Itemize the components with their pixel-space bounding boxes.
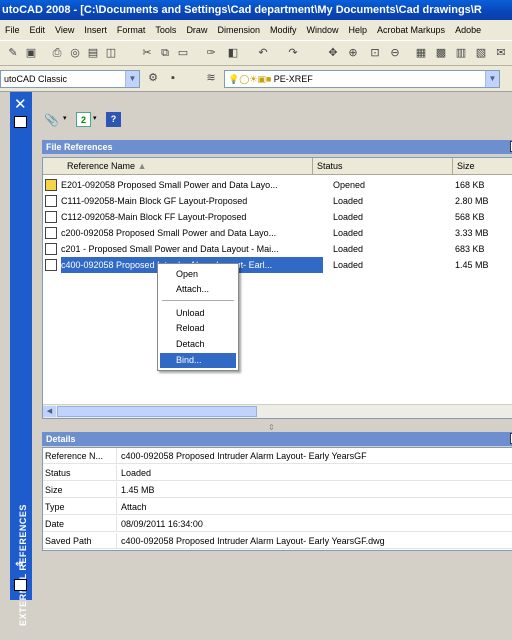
menu-acrobat-markups[interactable]: Acrobat Markups [372,25,450,35]
menu-draw[interactable]: Draw [181,25,212,35]
undo-icon[interactable]: ↶ [256,46,270,60]
column-header-reference-name[interactable]: Reference Name ▲ [43,158,313,175]
layer-manager-icon[interactable]: ≋ [204,71,218,85]
details-row: Type Attach [43,499,512,515]
zoom-window-icon[interactable]: ⊡ [368,46,382,60]
file-references-list[interactable]: Reference Name ▲ Status Size E201-092058… [42,157,512,419]
horizontal-scrollbar[interactable]: ◀ ▶ [43,404,512,418]
plot-icon[interactable]: ▤ [86,46,100,60]
cut-icon[interactable]: ✂ [140,46,154,60]
menu-tools[interactable]: Tools [150,25,181,35]
details-title: Details [46,434,76,444]
layer-value: PE-XREF [273,74,313,84]
paste-icon[interactable]: ▭ [176,46,190,60]
column-header-status[interactable]: Status [313,158,453,175]
refresh-icon[interactable]: 2 [76,112,91,127]
file-references-header: File References [42,140,512,154]
menu-item-reload[interactable]: Reload [160,321,236,336]
details-row: Status Loaded [43,465,512,481]
workspace-value: utoCAD Classic [4,74,68,84]
lock-icon[interactable]: ▪ [166,71,180,85]
print-icon[interactable]: ⎙ [50,46,64,60]
scroll-left-icon[interactable]: ◀ [43,406,56,417]
menu-file[interactable]: File [0,25,25,35]
column-header-size[interactable]: Size [453,158,512,175]
menu-dimension[interactable]: Dimension [212,25,265,35]
menu-item-attach[interactable]: Attach... [160,282,236,297]
menu-separator [162,300,234,301]
zoom-previous-icon[interactable]: ⊖ [388,46,402,60]
sort-asc-icon: ▲ [137,161,147,171]
menu-adobe[interactable]: Adobe [450,25,486,35]
layer-state-icons: 💡◯☀▣■ [228,74,274,84]
palette-menu-icon[interactable] [14,579,27,591]
properties-icon[interactable]: ▦ [414,46,428,60]
close-icon[interactable]: ✕ [14,95,27,113]
menu-edit[interactable]: Edit [25,25,51,35]
workspace-dropdown[interactable]: utoCAD Classic ▼ [0,70,140,88]
menu-modify[interactable]: Modify [265,25,302,35]
block-editor-icon[interactable]: ◧ [226,46,240,60]
menu-insert[interactable]: Insert [79,25,112,35]
publish-icon[interactable]: ◫ [104,46,118,60]
dwg-xref-icon [45,259,57,271]
design-center-icon[interactable]: ▩ [434,46,448,60]
scroll-thumb[interactable] [57,406,257,417]
details-row: Size 1.45 MB [43,482,512,498]
details-row: Saved Path c400-092058 Proposed Intruder… [43,533,512,549]
menu-window[interactable]: Window [302,25,344,35]
sheet-set-icon[interactable]: ▧ [474,46,488,60]
palette-titlebar: ✕ EXTERNAL REFERENCES ⇹ [10,92,32,626]
master-drawing-icon [45,179,57,191]
window-title: utoCAD 2008 - [C:\Documents and Settings… [0,0,512,20]
menu-format[interactable]: Format [112,25,151,35]
details-row: Reference N... c400-092058 Proposed Intr… [43,448,512,464]
menu-help[interactable]: Help [344,25,373,35]
pan-icon[interactable]: ✥ [326,46,340,60]
dwg-xref-icon [45,227,57,239]
details-header: Details [42,432,512,446]
zoom-realtime-icon[interactable]: ⊕ [346,46,360,60]
standard-toolbar: ✎ ▣ ⎙ ◎ ▤ ◫ ✂ ⧉ ▭ ✑ ◧ ↶ ↷ ✥ ⊕ ⊡ ⊖ ▦ ▩ ▥ … [0,40,512,66]
layer-dropdown[interactable]: 💡◯☀▣■ PE-XREF ▼ [224,70,500,88]
menu-view[interactable]: View [50,25,79,35]
auto-hide-icon[interactable]: ⇹ [15,559,23,570]
layers-toolbar: utoCAD Classic ▼ ⚙ ▪ ≋ 💡◯☀▣■ PE-XREF ▼ [0,66,512,92]
menu-item-bind[interactable]: Bind... [160,353,236,368]
dwg-xref-icon [45,195,57,207]
menu-bar: File Edit View Insert Format Tools Draw … [0,20,512,40]
markup-icon[interactable]: ✉ [494,46,508,60]
dwg-xref-icon [45,211,57,223]
xref-palette: 📎 ▾ 2 ▾ ? File References Reference Name… [32,92,512,600]
chevron-down-icon[interactable]: ▾ [63,114,67,122]
copy-icon[interactable]: ⧉ [158,46,172,60]
tool-palettes-icon[interactable]: ▥ [454,46,468,60]
details-panel: Reference N... c400-092058 Proposed Intr… [42,447,512,551]
context-menu: Open Attach... Unload Reload Detach Bind… [157,263,239,371]
chevron-down-icon: ▼ [485,71,499,87]
menu-item-unload[interactable]: Unload [160,306,236,321]
menu-item-open[interactable]: Open [160,267,236,282]
new-icon[interactable]: ✎ [6,46,20,60]
workspace-settings-icon[interactable]: ⚙ [146,71,160,85]
redo-icon[interactable]: ↷ [286,46,300,60]
file-references-title: File References [46,142,113,152]
chevron-down-icon: ▼ [125,71,139,87]
help-icon[interactable]: ? [106,112,121,127]
details-row: Date 08/09/2011 16:34:00 [43,516,512,532]
attach-dwg-icon[interactable]: 📎 [44,112,62,128]
menu-item-detach[interactable]: Detach [160,337,236,352]
dwg-xref-icon [45,243,57,255]
splitter-handle[interactable]: ⇕ [268,423,275,432]
properties-icon[interactable] [14,116,27,128]
chevron-down-icon[interactable]: ▾ [93,114,97,122]
save-icon[interactable]: ▣ [24,46,38,60]
match-properties-icon[interactable]: ✑ [204,46,218,60]
preview-icon[interactable]: ◎ [68,46,82,60]
